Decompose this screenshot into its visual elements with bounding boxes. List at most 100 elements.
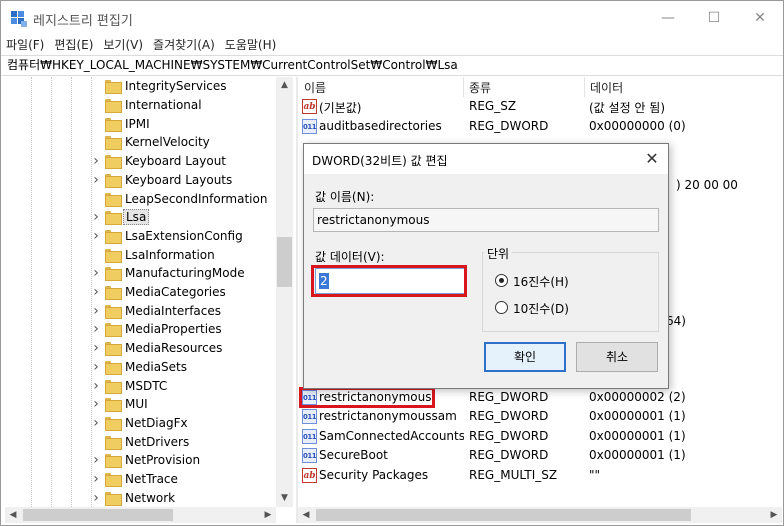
expand-chevron-icon[interactable]: › <box>91 284 101 300</box>
expand-chevron-icon[interactable]: › <box>91 265 101 281</box>
expand-chevron-icon[interactable]: › <box>91 490 101 506</box>
tree-item-label: LsaInformation <box>125 247 215 262</box>
tree-item[interactable]: IPMI <box>5 114 281 133</box>
binary-value-icon: 011 <box>302 429 317 444</box>
expand-chevron-icon[interactable]: › <box>91 378 101 394</box>
address-bar[interactable]: 컴퓨터₩HKEY_LOCAL_MACHINE₩SYSTEM₩CurrentCon… <box>1 55 783 76</box>
tree-item[interactable]: International <box>5 96 281 115</box>
expand-chevron-icon[interactable]: › <box>91 396 101 412</box>
scroll-left-icon[interactable]: ◀ <box>5 507 21 523</box>
tree-item[interactable]: › MUI <box>5 395 281 414</box>
column-header-type[interactable]: 종류 <box>469 79 491 96</box>
scroll-down-icon[interactable]: ▼ <box>276 490 293 507</box>
registry-key-tree: IntegrityServices International IPMI Kernel… <box>5 77 293 507</box>
value-name-label: 값 이름(N): <box>315 190 375 204</box>
scroll-right-icon[interactable]: ▶ <box>260 507 276 523</box>
table-row[interactable]: 011 auditbasedirectories REG_DWORD 0x000000… <box>298 117 782 137</box>
scroll-up-icon[interactable]: ▲ <box>276 77 293 94</box>
close-button[interactable]: ✕ <box>737 1 783 35</box>
expand-chevron-icon[interactable]: › <box>91 340 101 356</box>
scroll-thumb[interactable] <box>23 509 173 521</box>
tree-item[interactable]: KernelVelocity <box>5 133 281 152</box>
tree-item-label: LsaExtensionConfig <box>125 228 243 243</box>
expand-chevron-icon[interactable]: › <box>91 452 101 468</box>
tree-horizontal-scrollbar[interactable]: ◀ ▶ <box>5 507 276 523</box>
expand-chevron-icon[interactable]: › <box>91 471 101 487</box>
tree-vertical-scrollbar[interactable]: ▲ ▼ <box>276 77 293 507</box>
tree-item-label: MediaCategories <box>125 285 226 300</box>
table-row[interactable]: 011 SecureBoot REG_DWORD 0x00000001 (1) <box>298 446 782 466</box>
tree-item[interactable]: › LsaExtensionConfig <box>5 227 281 246</box>
folder-icon <box>105 454 122 469</box>
folder-icon <box>105 117 122 132</box>
partial-data-cell: ) 20 00 00 <box>676 178 738 192</box>
dialog-close-icon[interactable]: ✕ <box>638 146 666 172</box>
cancel-button[interactable]: 취소 <box>576 342 658 372</box>
tree-item[interactable]: › MediaInterfaces <box>5 301 281 320</box>
value-name-cell: auditbasedirectories <box>319 119 442 133</box>
table-row[interactable]: 011 restrictanonymous REG_DWORD 0x00000002 … <box>298 387 782 408</box>
folder-icon <box>105 491 122 506</box>
tree-item[interactable]: IntegrityServices <box>5 77 281 96</box>
expand-chevron-icon[interactable]: › <box>91 321 101 337</box>
tree-item[interactable]: › Network <box>5 488 281 507</box>
tree-item[interactable]: › MediaCategories <box>5 283 281 302</box>
radio-hexadecimal-label[interactable]: 16진수(H) <box>513 273 569 290</box>
tree-item[interactable]: › NetDiagFx <box>5 414 281 433</box>
tree-item[interactable]: › Keyboard Layout <box>5 152 281 171</box>
tree-item[interactable]: LeapSecondInformation <box>5 189 281 208</box>
menu-file[interactable]: 파일(F) <box>1 35 49 55</box>
scroll-thumb[interactable] <box>277 237 292 287</box>
tree-item-label: NetTrace <box>125 472 178 487</box>
tree-item[interactable]: › ManufacturingMode <box>5 264 281 283</box>
value-name-cell: restrictanonymoussam <box>319 409 457 423</box>
value-data-cell: 0x00000002 (2) <box>589 390 686 404</box>
expand-chevron-icon[interactable]: › <box>91 209 101 225</box>
expand-chevron-icon[interactable]: › <box>91 172 101 188</box>
menu-help[interactable]: 도움말(H) <box>220 35 282 55</box>
tree-item[interactable]: › MediaSets <box>5 358 281 377</box>
value-data-cell: 0x00000001 (1) <box>589 429 686 443</box>
table-row[interactable]: 011 restrictanonymoussam REG_DWORD 0x000000… <box>298 407 782 427</box>
minimize-button[interactable]: — <box>645 1 691 35</box>
tree-item-label: MSDTC <box>125 378 168 393</box>
menu-favorites[interactable]: 즐겨찾기(A) <box>148 35 220 55</box>
expand-chevron-icon[interactable]: › <box>91 359 101 375</box>
expand-chevron-icon[interactable]: › <box>91 153 101 169</box>
expand-chevron-icon[interactable]: › <box>91 303 101 319</box>
table-row[interactable]: 011 SamConnectedAccounts... REG_DWORD 0x000… <box>298 427 782 447</box>
base-group-label: 단위 <box>484 245 513 262</box>
ok-button[interactable]: 확인 <box>484 342 566 372</box>
radio-decimal-label[interactable]: 10진수(D) <box>513 300 569 317</box>
tree-item[interactable]: › MediaProperties <box>5 320 281 339</box>
expand-chevron-icon[interactable]: › <box>91 415 101 431</box>
menu-view[interactable]: 보기(V) <box>98 35 148 55</box>
tree-item[interactable]: › MSDTC <box>5 376 281 395</box>
tree-item[interactable]: › Keyboard Layouts <box>5 171 281 190</box>
column-divider[interactable] <box>584 77 585 97</box>
column-divider[interactable] <box>463 77 464 97</box>
tree-item[interactable]: LsaInformation <box>5 245 281 264</box>
scroll-right-icon[interactable]: ▶ <box>766 507 782 523</box>
scroll-thumb[interactable] <box>316 509 691 521</box>
maximize-button[interactable]: ☐ <box>691 1 737 35</box>
table-row[interactable]: ab (기본값) REG_SZ (값 설정 안 됨) <box>298 97 782 117</box>
table-row[interactable]: ab Security Packages REG_MULTI_SZ "" <box>298 466 782 486</box>
expand-chevron-icon[interactable]: › <box>91 228 101 244</box>
tree-item[interactable]: › NetTrace <box>5 470 281 489</box>
radio-hexadecimal[interactable] <box>495 274 508 287</box>
tree-item[interactable]: › Lsa <box>5 208 281 227</box>
folder-icon <box>105 248 122 263</box>
column-header-data[interactable]: 데이터 <box>590 79 623 96</box>
tree-item[interactable]: › MediaResources <box>5 339 281 358</box>
column-header-name[interactable]: 이름 <box>304 79 326 96</box>
value-data-cell: 0x00000001 (1) <box>589 448 686 462</box>
menu-edit[interactable]: 편집(E) <box>49 35 98 55</box>
tree-item[interactable]: NetDrivers <box>5 432 281 451</box>
value-name-field: restrictanonymous <box>313 208 659 232</box>
scroll-left-icon[interactable]: ◀ <box>298 507 314 523</box>
tree-item[interactable]: › NetProvision <box>5 451 281 470</box>
list-horizontal-scrollbar[interactable]: ◀ ▶ <box>298 507 782 523</box>
folder-icon <box>105 416 122 431</box>
radio-decimal[interactable] <box>495 301 508 314</box>
